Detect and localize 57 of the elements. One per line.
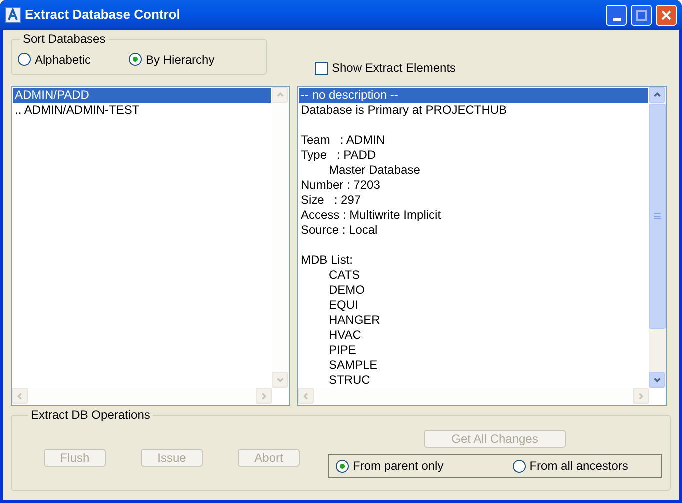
list-item[interactable]: .. ADMIN/ADMIN-TEST <box>13 103 271 118</box>
window-title: Extract Database Control <box>25 6 182 24</box>
scroll-right-button[interactable] <box>256 388 272 404</box>
radio-option[interactable]: Alphabetic <box>18 50 92 68</box>
minimize-icon <box>612 18 620 20</box>
arrow-right-icon <box>260 392 268 400</box>
description-line: SAMPLE <box>328 358 379 373</box>
checkbox-option[interactable]: Show Extract Elements <box>315 59 456 77</box>
radio-option[interactable]: From parent only <box>336 457 444 475</box>
maximize-icon <box>636 10 647 20</box>
arrow-left-icon <box>302 392 310 400</box>
scroll-left-button[interactable] <box>298 388 314 404</box>
arrow-left-icon <box>16 392 24 400</box>
description-line: Access : Multiwrite Implicit <box>300 208 442 223</box>
group-title: Sort Databases <box>22 33 107 45</box>
list-item[interactable]: ADMIN/PADD <box>13 88 271 103</box>
close-button[interactable] <box>656 4 677 26</box>
close-icon <box>661 10 672 20</box>
description-line: Master Database <box>328 163 422 178</box>
description-line: Size : 297 <box>300 193 362 208</box>
description-line: Number : 7203 <box>300 178 382 193</box>
radio-button[interactable] <box>18 53 31 66</box>
description-line: Type : PADD <box>300 148 378 163</box>
description-line: EQUI <box>328 298 360 313</box>
scroll-down-button[interactable] <box>649 372 665 388</box>
description-line: MDB List: <box>300 253 354 268</box>
description-line: CATS <box>328 268 362 283</box>
scroll-thumb[interactable] <box>649 104 666 329</box>
description-line: Team : ADMIN <box>300 133 386 148</box>
radio-option[interactable]: From all ancestors <box>512 457 628 475</box>
group-title: Extract DB Operations <box>30 409 152 421</box>
radio-option[interactable]: By Hierarchy <box>129 50 215 68</box>
description-line: STRUC <box>328 373 372 388</box>
scroll-up-button[interactable] <box>649 87 665 103</box>
maximize-button[interactable] <box>631 4 652 26</box>
description-line: Source : Local <box>300 223 379 238</box>
description-line: HANGER <box>328 313 382 328</box>
minimize-button[interactable] <box>606 4 627 26</box>
arrow-up-icon <box>276 90 284 100</box>
radio-button[interactable] <box>512 460 526 472</box>
description-line: DEMO <box>328 283 366 298</box>
horizontal-scrollbar[interactable] <box>12 388 272 405</box>
grip-icon <box>654 213 661 220</box>
horizontal-scrollbar[interactable] <box>298 388 649 405</box>
description-line: PIPE <box>328 343 358 358</box>
description-line: Database is Primary at PROJECTHUB <box>300 103 508 118</box>
arrow-down-icon <box>652 376 662 384</box>
checkbox[interactable] <box>315 62 328 74</box>
arrow-right-icon <box>636 392 646 400</box>
vertical-scrollbar[interactable] <box>649 87 666 388</box>
arrow-down-icon <box>276 376 284 384</box>
scroll-left-button[interactable] <box>12 388 28 404</box>
radio-button[interactable] <box>129 53 142 66</box>
app-icon <box>5 7 21 23</box>
arrow-up-icon <box>652 90 662 100</box>
radio-button[interactable] <box>336 460 349 472</box>
description-line: HVAC <box>328 328 362 343</box>
